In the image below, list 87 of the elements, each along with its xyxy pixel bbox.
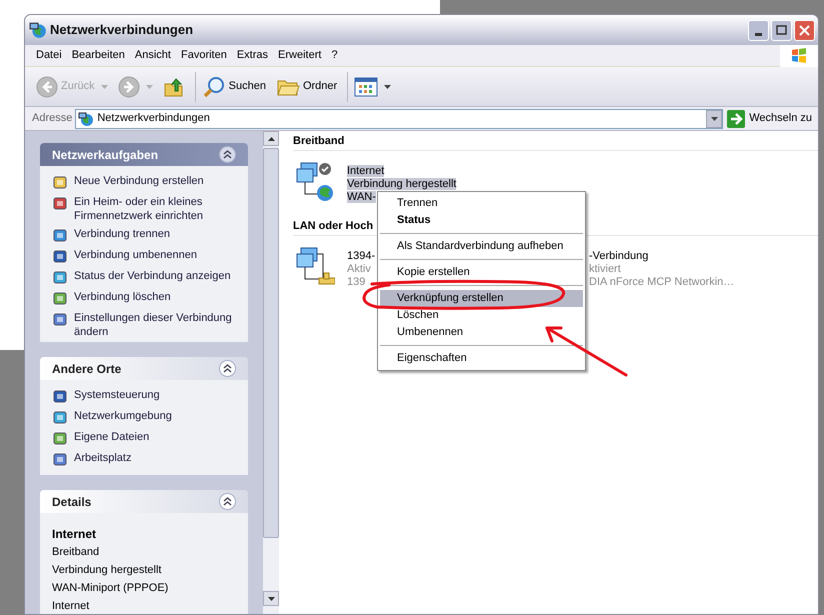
- context-menu-item[interactable]: Verknüpfung erstellen: [380, 290, 583, 307]
- scrollbar[interactable]: [263, 131, 279, 614]
- task-link[interactable]: Status der Verbindung anzeigen: [74, 269, 231, 283]
- up-arrow-icon: [268, 136, 274, 140]
- panel-header[interactable]: Andere Orte: [40, 357, 248, 380]
- menu-item[interactable]: Datei: [31, 47, 67, 64]
- flag-logo-icon: [791, 48, 807, 63]
- task-item-icon: [52, 291, 68, 307]
- task-item-icon: [52, 389, 68, 406]
- menu-item[interactable]: ?: [326, 47, 343, 64]
- context-menu-item[interactable]: Trennen: [380, 195, 583, 212]
- connection-text: Internet: [347, 165, 384, 177]
- menu-item[interactable]: Bearbeiten: [66, 47, 130, 64]
- close-button[interactable]: [794, 20, 815, 40]
- group-heading: Breitband: [293, 133, 818, 151]
- menu-item[interactable]: Erweitert: [273, 47, 326, 64]
- menu-item[interactable]: Extras: [232, 47, 274, 64]
- maximize-icon: [776, 25, 787, 35]
- network-connection-icon[interactable]: [295, 161, 335, 201]
- search-button[interactable]: Suchen: [198, 72, 269, 102]
- connection-text: 1394-: [347, 250, 376, 262]
- caret-icon[interactable]: [384, 84, 392, 88]
- collapse-chevron-icon[interactable]: [219, 493, 236, 510]
- connection-text: DIA nForce MCP Networkin…: [589, 276, 734, 289]
- task-link[interactable]: Ein Heim- oder ein kleines Firmennetzwerk einrichten: [74, 195, 236, 223]
- context-menu-item[interactable]: Als Standardverbindung aufheben: [380, 238, 583, 255]
- task-link[interactable]: Einstellungen dieser Verbindung ändern: [74, 311, 236, 339]
- task-item-icon: [52, 228, 68, 244]
- window-title: Netzwerkverbindungen: [50, 21, 194, 40]
- detail-text: Breitband: [52, 545, 100, 560]
- search-icon[interactable]: [202, 76, 226, 98]
- menu-item[interactable]: Ansicht: [130, 47, 176, 64]
- task-item-icon: [52, 312, 68, 328]
- detail-text: WAN-Miniport (PPPOE): [52, 581, 170, 596]
- network-globe-icon: [29, 21, 47, 39]
- task-link[interactable]: Netzwerkumgebung: [74, 409, 172, 424]
- collapse-chevron-icon[interactable]: [219, 360, 236, 378]
- detail-text: Internet: [52, 599, 90, 614]
- address-field[interactable]: Netzwerkverbindungen: [75, 108, 724, 128]
- scroll-down-button[interactable]: [263, 591, 279, 606]
- task-item-icon: [52, 270, 68, 286]
- scroll-up-button[interactable]: [263, 131, 279, 146]
- task-link[interactable]: Neue Verbindung erstellen: [74, 174, 204, 188]
- maximize-button[interactable]: [771, 20, 792, 40]
- folders-button[interactable]: Ordner: [272, 72, 340, 102]
- go-arrow-icon: [727, 110, 746, 128]
- scroll-thumb[interactable]: [263, 148, 279, 538]
- task-link[interactable]: Eigene Dateien: [74, 430, 150, 444]
- collapse-chevron-icon[interactable]: [219, 146, 236, 163]
- folder-up-icon[interactable]: [162, 76, 185, 98]
- close-icon: [799, 24, 810, 36]
- task-link[interactable]: Arbeitsplatz: [74, 451, 132, 466]
- connection-text: -Verbindung: [589, 250, 648, 263]
- context-menu-item[interactable]: Löschen: [380, 307, 583, 324]
- task-item-icon: [52, 452, 68, 468]
- menu-item[interactable]: Favoriten: [176, 47, 232, 64]
- go-button[interactable]: Wechseln zu: [727, 110, 812, 128]
- caret-icon: [710, 116, 718, 120]
- network-connection-icon[interactable]: [295, 246, 335, 286]
- connection-text: 139: [347, 276, 366, 288]
- task-item-icon: [52, 249, 68, 265]
- task-item-icon: [52, 175, 68, 191]
- panel-header[interactable]: Details: [40, 490, 248, 514]
- views-grid-icon[interactable]: [354, 76, 378, 96]
- context-menu-item[interactable]: Eigenschaften: [380, 350, 583, 367]
- task-item-icon: [52, 431, 68, 448]
- panel-header[interactable]: Netzwerkaufgaben: [40, 143, 248, 166]
- task-link[interactable]: Systemsteuerung: [74, 388, 160, 402]
- connection-text: ktiviert: [589, 263, 621, 276]
- down-arrow-icon: [268, 596, 274, 600]
- task-item-icon: [52, 196, 68, 212]
- address-label: Adresse: [32, 111, 72, 126]
- context-menu-item[interactable]: Kopie erstellen: [380, 264, 583, 281]
- network-globe-icon: [78, 110, 94, 126]
- connection-text: Verbindung hergestellt: [347, 178, 456, 190]
- minimize-button[interactable]: [748, 20, 769, 40]
- dropdown-button[interactable]: [706, 110, 722, 128]
- detail-text: Internet: [52, 526, 98, 544]
- task-link[interactable]: Verbindung umbenennen: [74, 248, 197, 262]
- task-item-icon: [52, 410, 68, 426]
- connection-text: WAN-: [347, 191, 376, 203]
- context-menu-item[interactable]: Umbenennen: [380, 324, 583, 341]
- task-link[interactable]: Verbindung löschen: [74, 290, 171, 304]
- detail-text: Verbindung hergestellt: [52, 563, 162, 578]
- connection-text: Aktiv: [347, 263, 371, 275]
- minimize-icon: [755, 32, 762, 36]
- task-link[interactable]: Verbindung trennen: [74, 227, 170, 241]
